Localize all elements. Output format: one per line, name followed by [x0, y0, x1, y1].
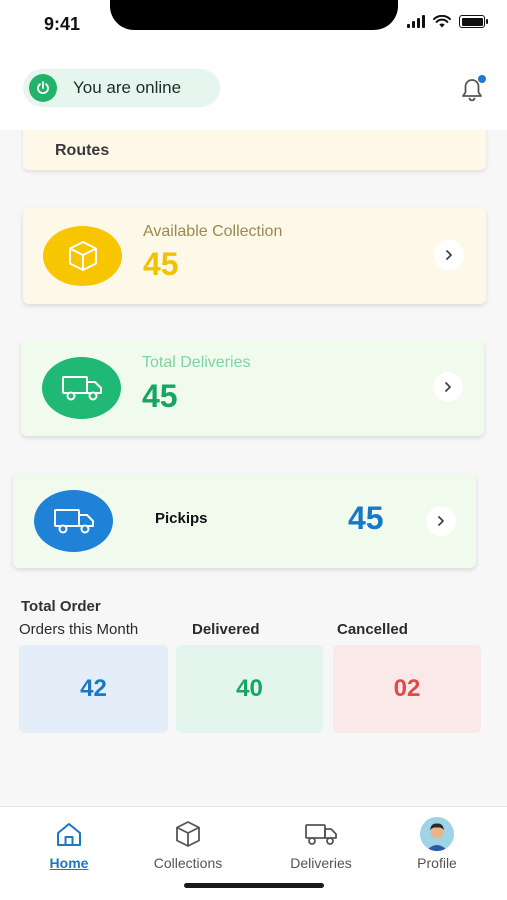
- dashboard-content: Routes Available Collection 45 Total Del…: [0, 130, 507, 806]
- orders-this-month-label: Orders this Month: [19, 621, 139, 638]
- routes-card[interactable]: Routes: [23, 130, 486, 170]
- orders-this-month-stat[interactable]: 42: [19, 645, 168, 733]
- profile-avatar: [420, 817, 454, 851]
- box-icon: [171, 818, 205, 850]
- tab-profile-label: Profile: [417, 855, 457, 871]
- chevron-right-icon[interactable]: [426, 506, 456, 536]
- total-deliveries-count: 45: [142, 378, 178, 414]
- available-collection-card[interactable]: Available Collection 45: [23, 208, 486, 304]
- delivered-stat[interactable]: 40: [176, 645, 323, 733]
- bell-icon: [462, 75, 486, 102]
- chevron-right-icon[interactable]: [433, 372, 463, 402]
- online-status-toggle[interactable]: You are online: [23, 69, 220, 107]
- status-time: 9:41: [44, 14, 81, 34]
- home-indicator: [184, 883, 324, 888]
- pickups-card[interactable]: Pickips 45: [13, 474, 476, 568]
- cancelled-stat[interactable]: 02: [333, 645, 481, 733]
- delivered-label: Delivered: [192, 621, 260, 638]
- delivery-truck-icon: [42, 357, 121, 419]
- delivery-truck-icon: [304, 818, 338, 850]
- tab-home[interactable]: Home: [9, 807, 129, 875]
- app-header: You are online: [0, 46, 507, 130]
- total-deliveries-label: Total Deliveries: [142, 354, 251, 371]
- notification-dot: [478, 75, 486, 83]
- pickups-label: Pickips: [155, 510, 208, 527]
- wifi-icon: [433, 15, 451, 28]
- total-deliveries-card[interactable]: Total Deliveries 45: [21, 340, 484, 436]
- cancelled-label: Cancelled: [337, 621, 408, 638]
- tab-collections[interactable]: Collections: [128, 807, 248, 875]
- pickups-count: 45: [348, 500, 384, 536]
- status-icons: [407, 15, 488, 28]
- pickup-truck-icon: [34, 490, 113, 552]
- status-bar: 9:41: [0, 0, 507, 46]
- battery-icon: [459, 15, 488, 28]
- online-status-label: You are online: [73, 78, 182, 97]
- home-icon: [52, 818, 86, 850]
- tab-deliveries[interactable]: Deliveries: [261, 807, 381, 875]
- tab-home-label: Home: [49, 855, 89, 871]
- tab-profile[interactable]: Profile: [377, 807, 497, 875]
- tab-deliveries-label: Deliveries: [290, 855, 352, 871]
- chevron-right-icon[interactable]: [434, 240, 464, 270]
- power-icon: [29, 74, 57, 102]
- available-collection-count: 45: [143, 246, 179, 282]
- device-notch: [110, 0, 398, 30]
- notifications-button[interactable]: [455, 72, 489, 106]
- routes-label: Routes: [55, 142, 110, 159]
- avatar: [420, 817, 454, 851]
- cellular-signal-icon: [407, 15, 425, 28]
- available-collection-label: Available Collection: [143, 223, 283, 240]
- box-icon: [43, 226, 122, 286]
- tab-collections-label: Collections: [153, 855, 223, 871]
- bottom-tab-bar: Home Collections Deliveries Profile: [0, 806, 507, 900]
- total-order-heading: Total Order: [21, 598, 101, 615]
